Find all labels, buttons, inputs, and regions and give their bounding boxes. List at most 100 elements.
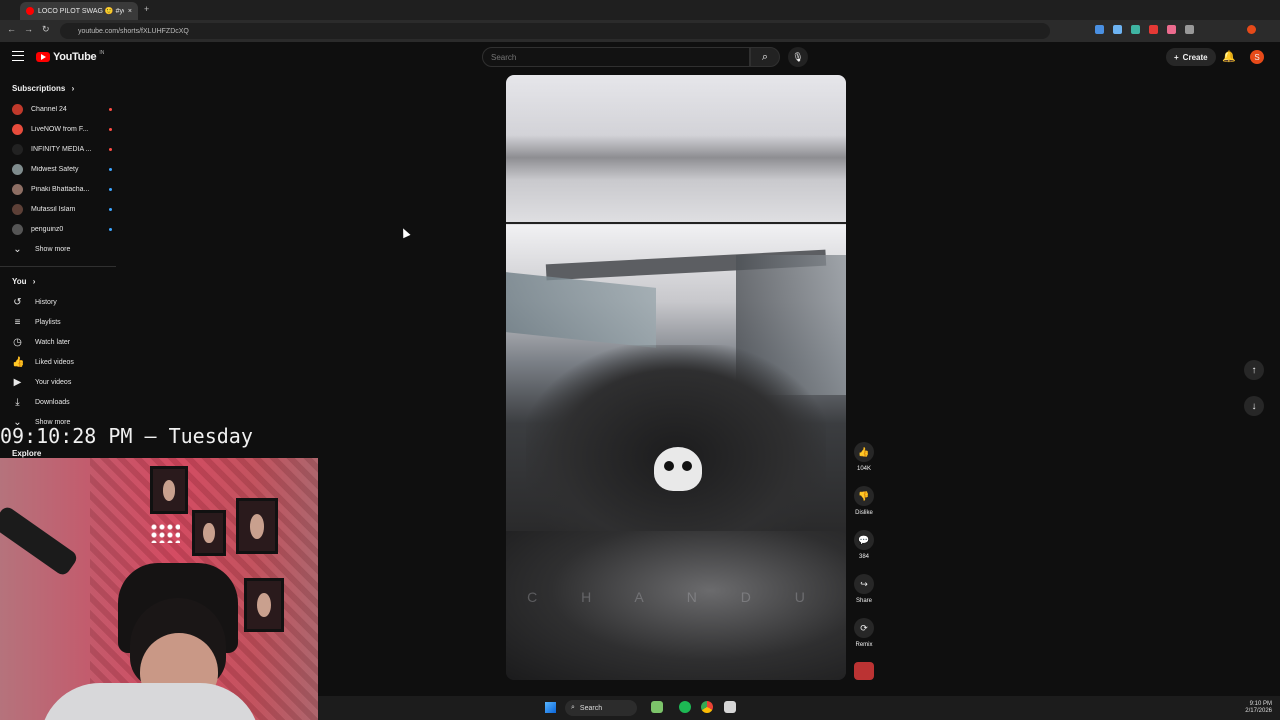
- thumbs-up-icon: 👍: [854, 442, 874, 462]
- menu-icon[interactable]: [12, 51, 24, 61]
- chevron-right-icon: ›: [32, 277, 36, 286]
- channel-avatar: [12, 163, 23, 175]
- you-item-liked-videos[interactable]: 👍 Liked videos: [12, 353, 112, 371]
- chevron-right-icon: ›: [71, 84, 75, 93]
- extension-icon[interactable]: [1131, 25, 1140, 34]
- youtube-logo[interactable]: YouTube IN: [36, 50, 105, 63]
- browser-toolbar: youtube.com/shorts/fXLUHFZDcXQ: [0, 20, 1280, 42]
- you-item-downloads[interactable]: ⤓ Downloads: [12, 393, 112, 411]
- search-box[interactable]: [482, 47, 750, 67]
- fairy-lights: [150, 523, 180, 543]
- live-indicator-icon: [109, 107, 112, 111]
- sidebar-divider: [0, 266, 116, 267]
- you-item-playlists[interactable]: ≡ Playlists: [12, 313, 112, 331]
- liked-videos-icon: 👍: [12, 356, 25, 368]
- taskbar-time: 9:10 PM: [1249, 701, 1272, 707]
- you-item-your-videos[interactable]: ▶ Your videos: [12, 373, 112, 391]
- search-input[interactable]: [491, 52, 749, 62]
- video-watermark-text: C H A N D U: [527, 589, 825, 605]
- dislike-button[interactable]: 👎 Dislike: [850, 486, 878, 516]
- extension-icon[interactable]: [1149, 25, 1158, 34]
- url-text: youtube.com/shorts/fXLUHFZDcXQ: [78, 27, 189, 35]
- share-button[interactable]: ↪ Share: [850, 574, 878, 604]
- country-code: IN: [99, 50, 105, 56]
- taskbar-app-icon[interactable]: [651, 701, 663, 713]
- notifications-bell-icon[interactable]: 🔔: [1222, 50, 1236, 63]
- video-frame-bottom: [506, 531, 846, 680]
- logo-text: YouTube: [53, 51, 97, 63]
- microphone-arm: [0, 504, 80, 578]
- profile-avatar-icon[interactable]: [1247, 25, 1256, 34]
- shorts-video-player[interactable]: C H A N D U: [506, 75, 846, 680]
- taskbar-clock[interactable]: 9:10 PM 2/17/2026: [1232, 701, 1272, 715]
- sound-source-avatar[interactable]: [854, 662, 874, 680]
- taskbar-app-icon[interactable]: [724, 701, 736, 713]
- new-content-dot-icon: [109, 167, 112, 171]
- search-button[interactable]: ⌕: [750, 47, 780, 67]
- overlay-clock: 09:10:28 PM – Tuesday: [0, 424, 253, 448]
- show-more-label: Show more: [35, 245, 71, 253]
- taskbar-search[interactable]: ⌕ Search: [565, 700, 637, 716]
- subscription-item[interactable]: INFINITY MEDIA ...: [12, 140, 112, 158]
- subscription-item[interactable]: Pinaki Bhattacha...: [12, 180, 112, 198]
- chrome-icon[interactable]: [701, 701, 713, 713]
- address-bar[interactable]: youtube.com/shorts/fXLUHFZDcXQ: [60, 23, 1050, 39]
- search-icon: ⌕: [571, 704, 575, 711]
- create-button[interactable]: + Create: [1166, 48, 1216, 66]
- channel-avatar: [12, 143, 23, 155]
- windows-start-icon[interactable]: [545, 702, 556, 713]
- explore-heading: Explore: [12, 449, 42, 458]
- live-indicator-icon: [109, 127, 112, 131]
- channel-avatar: [12, 183, 23, 195]
- subscriptions-heading-text: Subscriptions: [12, 84, 66, 93]
- back-icon[interactable]: ←: [7, 24, 16, 34]
- extension-icon[interactable]: [1113, 25, 1122, 34]
- wall-picture-frame: [244, 578, 284, 632]
- subscription-item[interactable]: Mufassil Islam: [12, 200, 112, 218]
- remix-button[interactable]: ⟳ Remix: [850, 618, 878, 648]
- channel-avatar: [12, 123, 23, 135]
- new-tab-button[interactable]: +: [144, 4, 149, 14]
- subscriptions-heading[interactable]: Subscriptions ›: [12, 84, 74, 93]
- previous-short-button[interactable]: ↑: [1244, 360, 1264, 380]
- like-button[interactable]: 👍 104K: [850, 442, 878, 472]
- remix-label: Remix: [855, 642, 873, 648]
- you-item-label: Downloads: [35, 398, 70, 406]
- extension-icon[interactable]: [1185, 25, 1194, 34]
- you-item-history[interactable]: ↺ History: [12, 293, 112, 311]
- channel-avatar: [12, 203, 23, 215]
- account-avatar[interactable]: S: [1250, 50, 1264, 64]
- video-crowd: [526, 345, 826, 531]
- subscription-item[interactable]: Midwest Safety: [12, 160, 112, 178]
- share-icon: ↪: [854, 574, 874, 594]
- you-heading-text: You: [12, 277, 27, 286]
- you-item-watch-later[interactable]: ◷ Watch later: [12, 333, 112, 351]
- history-icon: ↺: [13, 296, 22, 308]
- voice-search-button[interactable]: 🎙: [788, 47, 808, 67]
- taskbar-date: 2/17/2026: [1245, 708, 1272, 714]
- tab-close-icon[interactable]: ×: [128, 8, 132, 15]
- spotify-icon[interactable]: [679, 701, 691, 713]
- subscription-item[interactable]: Channel 24: [12, 100, 112, 118]
- browser-tab[interactable]: LOCO PILOT SWAG 🙂 #yo ×: [20, 2, 138, 20]
- browser-tab-bar: LOCO PILOT SWAG 🙂 #yo × +: [0, 0, 1280, 20]
- subs-show-more-button[interactable]: ⌄ Show more: [12, 240, 112, 258]
- comments-button[interactable]: 💬 384: [850, 530, 878, 560]
- video-split-line: [506, 222, 846, 224]
- extension-icon[interactable]: [1167, 25, 1176, 34]
- search-icon: ⌕: [761, 50, 769, 63]
- you-item-label: Liked videos: [35, 358, 74, 366]
- wall-picture-frame: [150, 466, 188, 514]
- arrow-up-icon: ↑: [1251, 364, 1257, 376]
- tab-title: LOCO PILOT SWAG 🙂 #yo: [38, 8, 124, 15]
- person-shirt: [40, 683, 260, 720]
- forward-icon[interactable]: →: [24, 24, 33, 34]
- you-heading[interactable]: You ›: [12, 277, 35, 286]
- subscription-item[interactable]: LiveNOW from F...: [12, 120, 112, 138]
- you-item-label: Playlists: [35, 318, 61, 326]
- subscription-item[interactable]: penguinz0: [12, 220, 112, 238]
- you-item-label: Your videos: [35, 378, 72, 386]
- next-short-button[interactable]: ↓: [1244, 396, 1264, 416]
- extension-icon[interactable]: [1095, 25, 1104, 34]
- reload-icon[interactable]: ↻: [42, 24, 50, 35]
